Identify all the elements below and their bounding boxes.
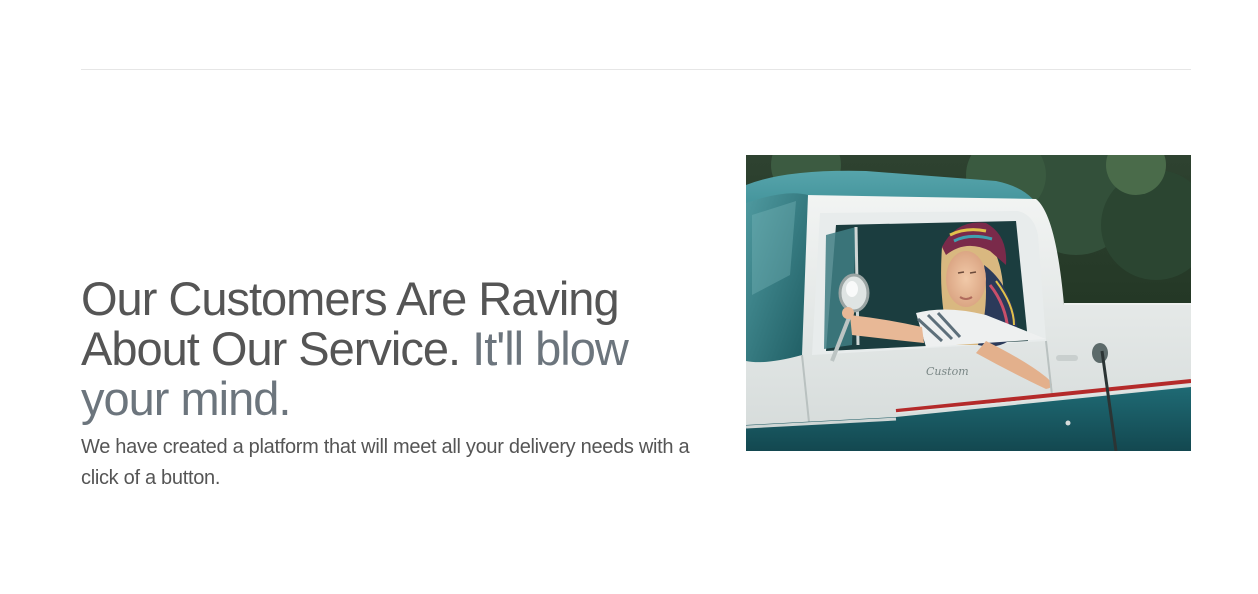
section-heading: Our Customers Are Raving About Our Servi… xyxy=(81,274,721,424)
gas-cap xyxy=(1092,343,1108,363)
truck-script-badge: Custom xyxy=(926,365,969,378)
section-lead: We have created a platform that will mee… xyxy=(81,436,690,489)
truck-photo: TRACTOR Custom xyxy=(746,155,1191,451)
testimonial-text-block: Our Customers Are Raving About Our Servi… xyxy=(81,274,721,494)
section-divider xyxy=(81,69,1191,70)
door-handle xyxy=(1056,355,1078,361)
